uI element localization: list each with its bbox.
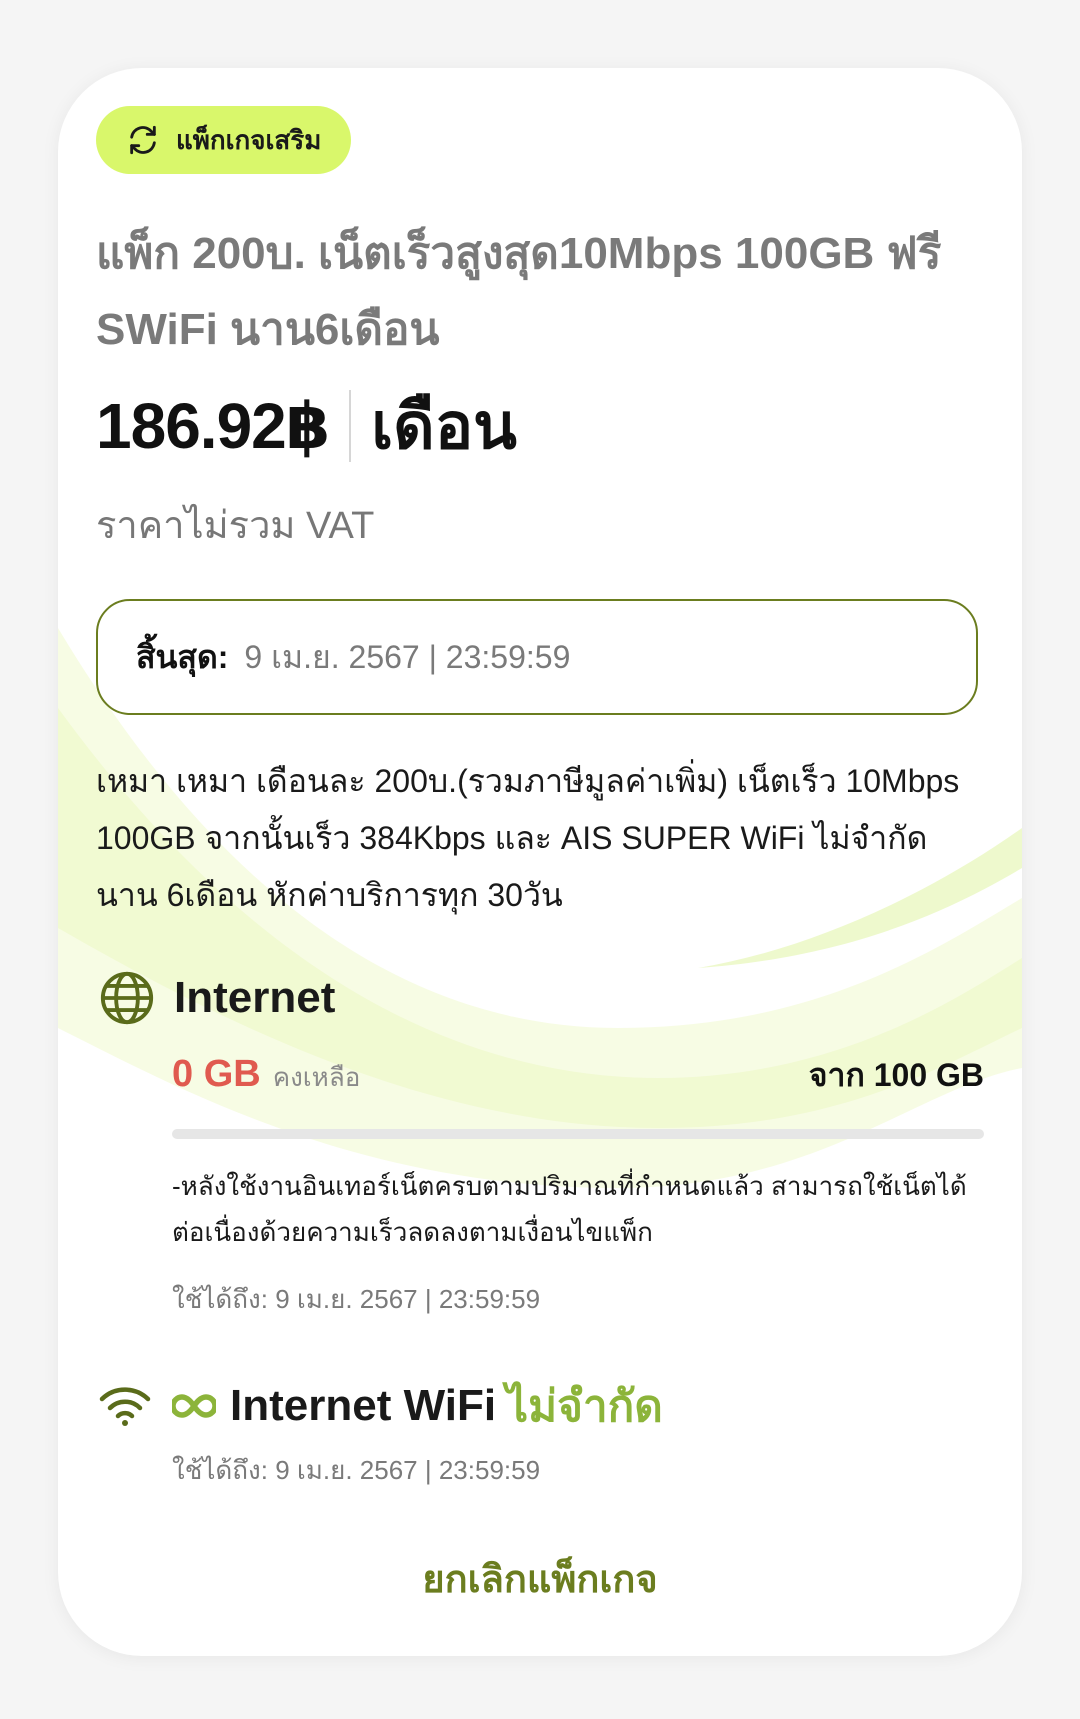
wifi-valid-until: ใช้ได้ถึง: 9 เม.ย. 2567 | 23:59:59 <box>172 1455 541 1485</box>
cancel-package-button[interactable]: ยกเลิกแพ็กเกจ <box>402 1538 677 1619</box>
package-title: แพ็ก 200บ. เน็ตเร็วสูงสุด10Mbps 100GB ฟร… <box>96 229 942 354</box>
cancel-area: ยกเลิกแพ็กเกจ <box>58 1538 1022 1618</box>
package-card: แพ็กเกจเสริม แพ็ก 200บ. เน็ตเร็วสูงสุด10… <box>58 68 1022 1656</box>
internet-section: Internet 0 GB คงเหลือ จาก 100 GB -หลังใช้… <box>96 968 984 1320</box>
internet-remaining: 0 GB <box>172 1053 261 1095</box>
internet-usage: 0 GB คงเหลือ จาก 100 GB -หลังใช้งานอินเทอ… <box>172 1050 984 1320</box>
expiry-label: สิ้นสุด: <box>136 638 229 675</box>
refresh-icon <box>126 123 160 157</box>
internet-total: จาก 100 GB <box>808 1057 984 1093</box>
package-price: 186.92฿ <box>96 389 330 462</box>
globe-icon <box>98 969 156 1027</box>
wifi-title: Internet WiFi <box>230 1381 497 1430</box>
internet-progress-bar <box>172 1129 984 1139</box>
price-row: 186.92฿ เดือน <box>96 386 984 466</box>
internet-note: -หลังใช้งานอินเทอร์เน็ตครบตามปริมาณที่กำ… <box>172 1171 967 1247</box>
internet-valid-until: ใช้ได้ถึง: 9 เม.ย. 2567 | 23:59:59 <box>172 1284 541 1314</box>
expiry-value: 9 เม.ย. 2567 | 23:59:59 <box>244 638 571 675</box>
wifi-unlimited: ไม่จำกัด <box>506 1382 663 1431</box>
chip-label: แพ็กเกจเสริม <box>176 124 322 155</box>
price-period: เดือน <box>371 390 517 462</box>
expiry-box: สิ้นสุด: 9 เม.ย. 2567 | 23:59:59 <box>96 599 978 715</box>
internet-remaining-label: คงเหลือ <box>272 1062 361 1092</box>
wifi-section: Internet WiFi ไม่จำกัด <box>96 1376 984 1436</box>
infinity-icon <box>170 1393 218 1419</box>
wifi-icon <box>98 1383 152 1429</box>
vat-note: ราคาไม่รวม VAT <box>96 505 375 547</box>
addon-package-chip: แพ็กเกจเสริม <box>96 106 352 174</box>
package-description: เหมา เหมา เดือนละ 200บ.(รวมภาษีมูลค่าเพิ… <box>96 763 960 913</box>
internet-title: Internet <box>174 973 336 1022</box>
price-divider <box>349 390 352 462</box>
